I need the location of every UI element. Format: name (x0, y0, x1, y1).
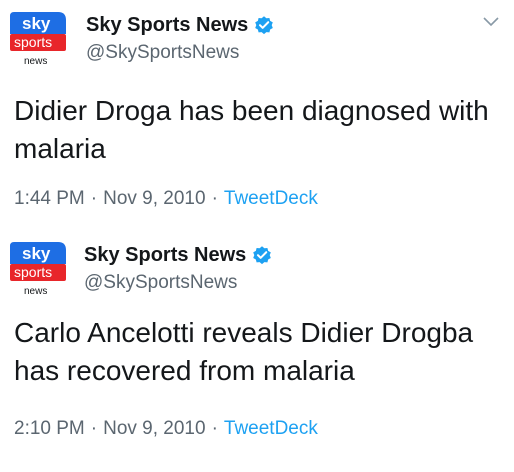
tweet-author: Sky Sports News @SkySportsNews (86, 12, 275, 64)
verified-badge-icon (251, 244, 273, 266)
separator: · (211, 418, 218, 439)
tweet-time[interactable]: 1:44 PM (14, 188, 85, 209)
sky-sports-news-logo: sky sports news (10, 12, 66, 67)
tweet-meta: 2:10 PM · Nov 9, 2010 · TweetDeck (14, 418, 318, 440)
sky-sports-news-logo: sky sports news (10, 242, 66, 297)
logo-text-sky: sky (22, 14, 51, 33)
avatar[interactable]: sky sports news (8, 240, 68, 298)
tweet-author: Sky Sports News @SkySportsNews (84, 242, 273, 294)
tweet-date[interactable]: Nov 9, 2010 (103, 188, 205, 209)
tweet-screenshot: sky sports news Sky Sports News @SkySpor… (0, 0, 514, 472)
logo-text-sports: sports (14, 34, 52, 50)
handle[interactable]: @SkySportsNews (86, 42, 275, 64)
display-name[interactable]: Sky Sports News (84, 244, 246, 267)
tweet-time[interactable]: 2:10 PM (14, 418, 85, 439)
separator: · (211, 188, 218, 209)
logo-text-news: news (24, 56, 47, 67)
display-name-row: Sky Sports News (86, 12, 275, 38)
verified-badge-icon (253, 14, 275, 36)
logo-text-news: news (24, 286, 47, 297)
tweet-text: Didier Droga has been diagnosed with mal… (14, 95, 489, 164)
tweet-source-link[interactable]: TweetDeck (224, 418, 318, 439)
handle[interactable]: @SkySportsNews (84, 272, 273, 294)
display-name-row: Sky Sports News (84, 242, 273, 268)
logo-text-sports: sports (14, 264, 52, 280)
tweet-text: Carlo Ancelotti reveals Didier Drogba ha… (14, 317, 474, 386)
logo-text-sky: sky (22, 244, 51, 263)
avatar[interactable]: sky sports news (8, 10, 68, 68)
chevron-down-icon[interactable] (480, 14, 502, 30)
tweet-date[interactable]: Nov 9, 2010 (103, 418, 205, 439)
separator: · (90, 188, 98, 209)
separator: · (90, 418, 98, 439)
tweet-meta: 1:44 PM · Nov 9, 2010 · TweetDeck (14, 188, 318, 210)
display-name[interactable]: Sky Sports News (86, 14, 248, 37)
tweet-source-link[interactable]: TweetDeck (224, 188, 318, 209)
